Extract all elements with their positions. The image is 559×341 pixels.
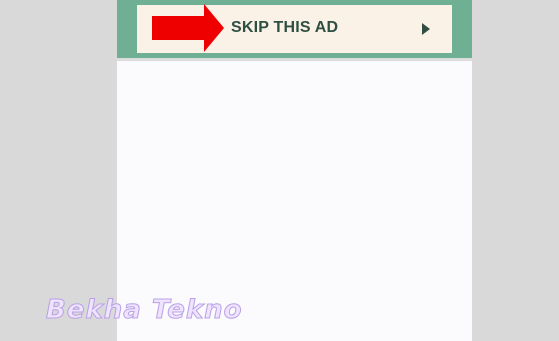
play-icon — [422, 23, 430, 35]
watermark: Bekha Tekno — [46, 295, 243, 326]
skip-ad-label: SKIP THIS AD — [231, 19, 339, 36]
red-arrow-icon — [152, 4, 224, 52]
